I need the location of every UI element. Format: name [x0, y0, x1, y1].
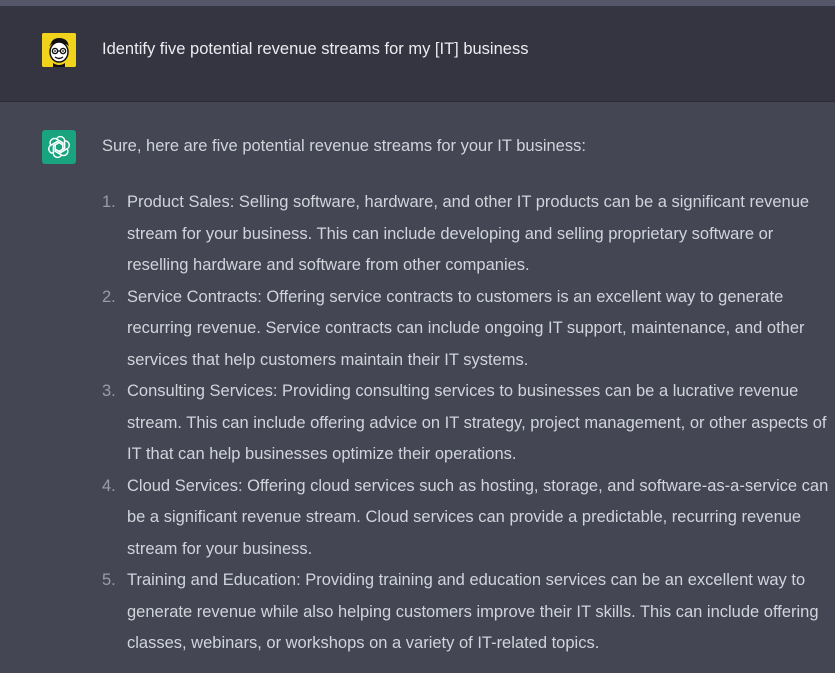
revenue-streams-list: 1. Product Sales: Selling software, hard… [102, 187, 830, 660]
list-item-number: 1. [102, 193, 116, 211]
list-item-text: Consulting Services: Providing consultin… [127, 382, 827, 463]
list-item: 1. Product Sales: Selling software, hard… [102, 187, 830, 282]
assistant-message: Sure, here are five potential revenue st… [0, 102, 835, 673]
list-item: 3. Consulting Services: Providing consul… [102, 376, 830, 471]
list-item-text: Cloud Services: Offering cloud services … [127, 476, 829, 558]
list-item-number: 3. [102, 382, 116, 400]
user-message: Identify five potential revenue streams … [0, 6, 835, 102]
list-item-number: 2. [102, 287, 116, 306]
cartoon-face-avatar-icon [42, 33, 76, 67]
list-item: 2. Service Contracts: Offering service c… [102, 282, 830, 377]
list-item: 5. Training and Education: Providing tra… [102, 565, 830, 660]
list-item-number: 4. [102, 476, 116, 495]
list-item-number: 5. [102, 571, 116, 589]
list-item-text: Product Sales: Selling software, hardwar… [127, 193, 810, 274]
user-message-text: Identify five potential revenue streams … [102, 40, 529, 58]
assistant-intro-text: Sure, here are five potential revenue st… [102, 137, 586, 155]
list-item: 4. Cloud Services: Offering cloud servic… [102, 471, 830, 566]
list-item-text: Training and Education: Providing traini… [127, 571, 819, 652]
list-item-text: Service Contracts: Offering service cont… [127, 287, 805, 369]
openai-logo-icon [42, 130, 76, 164]
